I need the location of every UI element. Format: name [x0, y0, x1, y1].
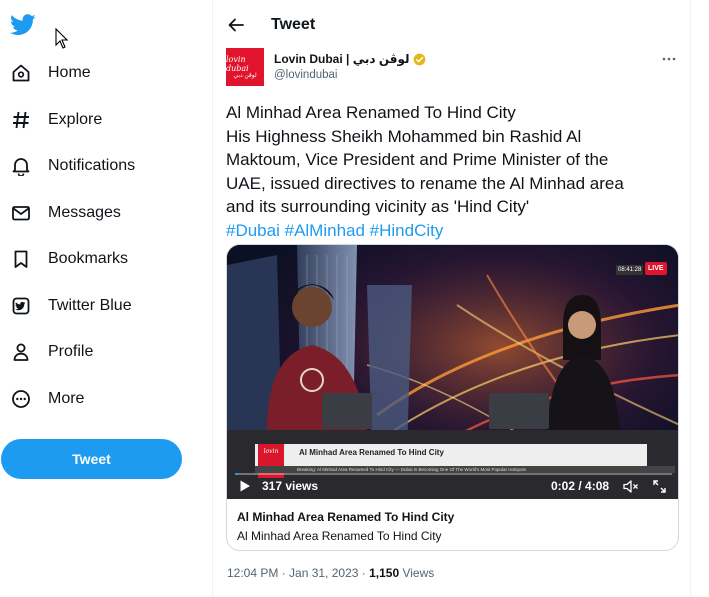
tweet-text: Al Minhad Area Renamed To Hind City His … [226, 101, 681, 242]
more-circle-icon [10, 388, 32, 410]
sidebar-item-label: More [48, 390, 85, 407]
sidebar-item-label: Profile [48, 343, 94, 360]
video-controls: 317 views 0:02 / 4:08 [227, 474, 678, 499]
sidebar-item-label: Notifications [48, 157, 136, 174]
envelope-icon [10, 202, 32, 224]
avatar[interactable]: lovin dubai لوڤن دبي [226, 48, 264, 86]
sidebar-item-messages[interactable]: Messages [10, 197, 121, 229]
view-count: 1,150 [369, 566, 400, 580]
author-name[interactable]: Lovin Dubai | لوڤن دبي [274, 52, 426, 66]
card-title: Al Minhad Area Renamed To Hind City [237, 510, 455, 524]
sidebar-item-profile[interactable]: Profile [10, 336, 93, 368]
bell-icon [10, 155, 32, 177]
hashtag-list: #Dubai #AlMinhad #HindCity [226, 219, 681, 243]
tweet-detail-column: Tweet lovin dubai لوڤن دبي Lovin Dubai |… [212, 0, 691, 597]
sidebar-item-home[interactable]: Home [10, 57, 91, 89]
card-description: Al Minhad Area Renamed To Hind City [237, 529, 442, 543]
sidebar-item-explore[interactable]: Explore [10, 104, 102, 136]
media-card: 08:41:28 LIVE Al Minhad Area Renamed To … [226, 244, 679, 551]
verified-badge-icon [413, 53, 425, 65]
tweet-text-line: UAE, issued directives to rename the Al … [226, 173, 624, 193]
bookmark-icon [10, 248, 32, 270]
tweet-text-line: and its surrounding vicinity as 'Hind Ci… [226, 197, 530, 216]
back-arrow-icon[interactable] [227, 16, 245, 34]
sidebar: Home Explore Notifications Messages Book… [0, 0, 212, 597]
lower-third-banner: Al Minhad Area Renamed To Hind City [255, 444, 647, 466]
hashtag-alminhad[interactable]: #AlMinhad [285, 221, 365, 240]
news-ticker: Breaking: Al Minhad Area Renamed To Hind… [255, 466, 675, 473]
sidebar-item-label: Twitter Blue [48, 297, 132, 314]
live-badge: LIVE [645, 262, 667, 275]
link-card-meta[interactable]: Al Minhad Area Renamed To Hind City Al M… [227, 499, 678, 550]
tweet-text-line: His Highness Sheikh Mohammed bin Rashid … [226, 126, 582, 146]
sidebar-item-label: Bookmarks [48, 250, 129, 267]
video-view-count: 317 views [262, 479, 319, 493]
muted-speaker-icon[interactable] [623, 480, 639, 493]
home-icon [10, 62, 32, 84]
sidebar-item-twitter-blue[interactable]: Twitter Blue [10, 290, 132, 322]
avatar-logo-arabic: لوڤن دبي [233, 72, 257, 79]
mouse-cursor-icon [55, 28, 69, 49]
fullscreen-icon[interactable] [653, 480, 666, 493]
sidebar-item-bookmarks[interactable]: Bookmarks [10, 243, 128, 275]
sidebar-item-label: Messages [48, 204, 121, 221]
author-name-text: Lovin Dubai | لوڤن دبي [274, 52, 410, 66]
twitter-logo-icon[interactable] [10, 14, 36, 36]
sidebar-item-label: Explore [48, 111, 103, 128]
more-options-icon[interactable] [661, 52, 677, 66]
tweet-meta: 12:04 PM · Jan 31, 2023 · 1,150 Views [227, 566, 434, 580]
hashtag-hindcity[interactable]: #HindCity [370, 221, 444, 240]
tweet-text-line: Al Minhad Area Renamed To Hind City [226, 103, 516, 122]
sidebar-item-notifications[interactable]: Notifications [10, 150, 135, 182]
view-count-label: Views [399, 566, 435, 580]
page-title: Tweet [271, 16, 316, 33]
twitter-blue-icon [10, 295, 32, 317]
video-player[interactable]: 08:41:28 LIVE Al Minhad Area Renamed To … [227, 245, 678, 499]
show-badge-logo: lovin [263, 448, 279, 455]
tweet-timestamp[interactable]: 12:04 PM · Jan 31, 2023 · [227, 566, 369, 580]
tweet-text-line: Maktoum, Vice President and Prime Minist… [226, 150, 609, 169]
avatar-logo-text: lovin dubai [226, 54, 249, 73]
play-icon[interactable] [239, 480, 251, 492]
lower-third-headline: Al Minhad Area Renamed To Hind City [299, 448, 444, 457]
author-handle[interactable]: @lovindubai [274, 69, 337, 81]
hashtag-dubai[interactable]: #Dubai [226, 221, 280, 240]
video-time: 0:02 / 4:08 [551, 479, 610, 493]
broadcast-timecode: 08:41:28 [616, 265, 644, 275]
compose-tweet-button[interactable]: Tweet [1, 439, 182, 479]
header: Tweet [213, 0, 692, 50]
person-icon [10, 341, 32, 363]
sidebar-item-label: Home [48, 64, 91, 81]
hashtag-icon [10, 109, 32, 131]
sidebar-item-more[interactable]: More [10, 383, 84, 415]
